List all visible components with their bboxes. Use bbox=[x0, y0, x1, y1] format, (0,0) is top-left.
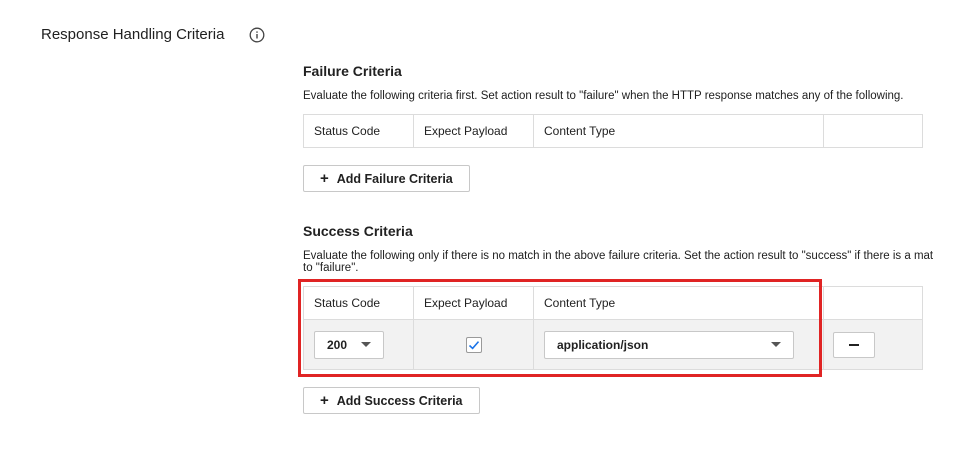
expect-payload-checkbox[interactable] bbox=[465, 336, 482, 353]
status-code-select[interactable]: 200 bbox=[314, 330, 384, 359]
plus-icon: + bbox=[320, 392, 329, 409]
status-code-cell: 200 bbox=[304, 320, 414, 369]
column-header-expect-payload: Expect Payload bbox=[414, 115, 534, 147]
table-row: 200 application/json bbox=[304, 319, 922, 369]
failure-criteria-table: Status Code Expect Payload Content Type bbox=[303, 114, 923, 148]
column-header-status-code: Status Code bbox=[304, 287, 414, 319]
content-type-cell: application/json bbox=[534, 320, 824, 369]
checkmark-icon bbox=[468, 340, 479, 350]
table-header-row: Status Code Expect Payload Content Type bbox=[304, 115, 922, 147]
failure-criteria-title: Failure Criteria bbox=[303, 63, 402, 79]
add-failure-criteria-button[interactable]: + Add Failure Criteria bbox=[303, 165, 470, 192]
column-header-actions bbox=[824, 115, 922, 147]
failure-criteria-description: Evaluate the following criteria first. S… bbox=[303, 90, 904, 102]
success-criteria-table: Status Code Expect Payload Content Type … bbox=[303, 286, 923, 370]
column-header-actions bbox=[824, 287, 922, 319]
remove-row-button[interactable] bbox=[833, 331, 875, 358]
success-criteria-title: Success Criteria bbox=[303, 223, 413, 239]
add-success-criteria-button[interactable]: + Add Success Criteria bbox=[303, 387, 480, 414]
content-type-value: application/json bbox=[557, 337, 649, 352]
plus-icon: + bbox=[320, 170, 329, 187]
column-header-status-code: Status Code bbox=[304, 115, 414, 147]
minus-icon bbox=[849, 343, 859, 346]
section-title: Response Handling Criteria bbox=[41, 26, 225, 43]
chevron-down-icon bbox=[361, 342, 371, 347]
info-circle-icon[interactable] bbox=[249, 27, 265, 43]
table-header-row: Status Code Expect Payload Content Type bbox=[304, 287, 922, 319]
success-criteria-description: Evaluate the following only if there is … bbox=[303, 250, 934, 274]
column-header-expect-payload: Expect Payload bbox=[414, 287, 534, 319]
status-code-value: 200 bbox=[327, 337, 348, 352]
add-success-criteria-label: Add Success Criteria bbox=[336, 393, 463, 408]
column-header-content-type: Content Type bbox=[534, 115, 824, 147]
actions-cell bbox=[824, 320, 922, 369]
column-header-content-type: Content Type bbox=[534, 287, 824, 319]
content-type-select[interactable]: application/json bbox=[544, 330, 794, 359]
chevron-down-icon bbox=[771, 342, 781, 347]
add-failure-criteria-label: Add Failure Criteria bbox=[336, 171, 453, 186]
expect-payload-cell bbox=[414, 320, 534, 369]
